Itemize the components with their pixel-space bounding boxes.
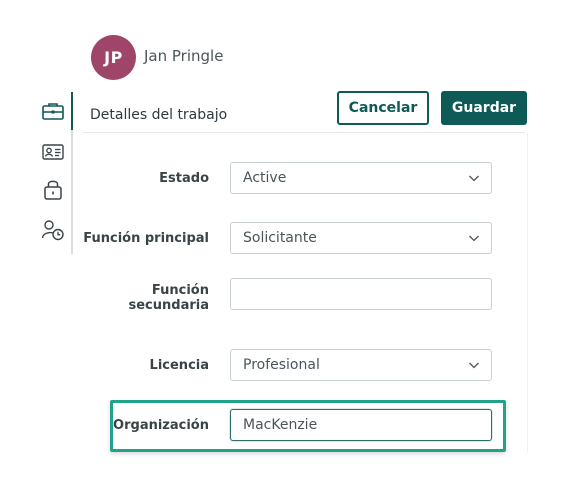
sidebar-item-schedule[interactable] (40, 218, 66, 242)
id-card-icon (42, 144, 64, 160)
organizacion-input[interactable]: MacKenzie (230, 409, 492, 441)
funcion-secundaria-label-line2: secundaria (128, 298, 210, 313)
funcion-principal-label: Función principal (83, 231, 209, 246)
licencia-value: Profesional (243, 357, 320, 373)
sidebar-item-security[interactable] (40, 177, 66, 201)
funcion-secundaria-label: Función secundaria (79, 283, 210, 313)
sidebar-item-job[interactable] (40, 99, 66, 123)
avatar: JP (91, 35, 136, 80)
organizacion-value: MacKenzie (243, 417, 318, 433)
sidebar-active-indicator (71, 92, 73, 130)
section-divider (83, 132, 525, 133)
organizacion-label: Organización (113, 418, 209, 433)
briefcase-icon (42, 103, 64, 120)
section-title: Detalles del trabajo (90, 107, 228, 123)
funcion-secundaria-input[interactable] (230, 278, 492, 310)
panel-border (527, 133, 528, 453)
save-button[interactable]: Guardar (441, 91, 527, 125)
user-name: Jan Pringle (144, 47, 224, 65)
funcion-secundaria-label-line1: Función (151, 283, 209, 298)
licencia-select[interactable]: Profesional (230, 349, 492, 381)
sidebar-item-id[interactable] (40, 140, 66, 164)
estado-value: Active (243, 170, 287, 186)
lock-icon (44, 180, 62, 200)
funcion-principal-value: Solicitante (243, 230, 317, 246)
chevron-down-icon (469, 235, 479, 242)
user-clock-icon (41, 220, 64, 241)
estado-label: Estado (159, 171, 209, 186)
cancel-button[interactable]: Cancelar (337, 91, 429, 125)
estado-select[interactable]: Active (230, 162, 492, 194)
funcion-principal-select[interactable]: Solicitante (230, 222, 492, 254)
chevron-down-icon (469, 362, 479, 369)
chevron-down-icon (469, 175, 479, 182)
licencia-label: Licencia (149, 358, 209, 373)
